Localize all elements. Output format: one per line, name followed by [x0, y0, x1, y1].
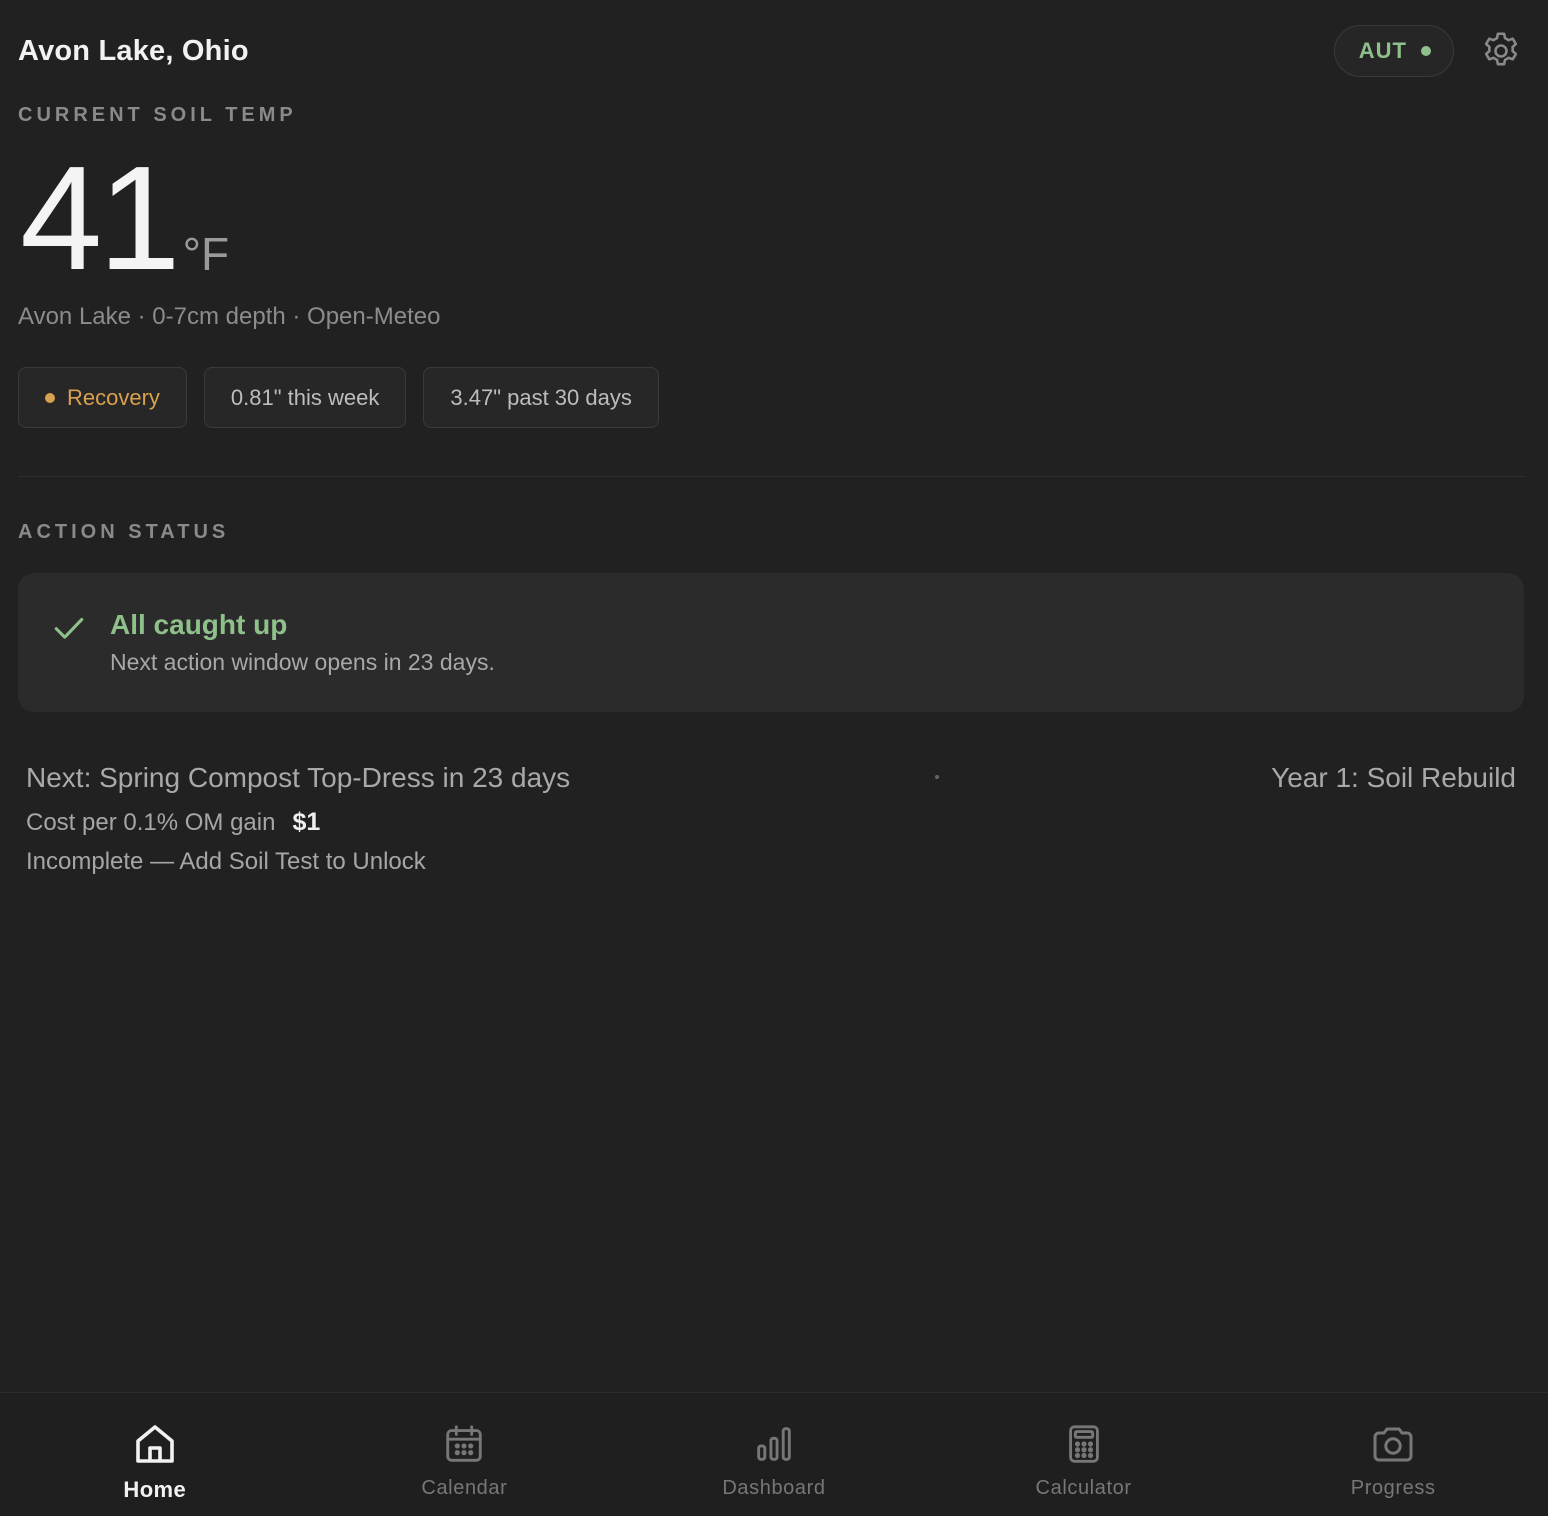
- cost-row: Cost per 0.1% OM gain $1: [26, 808, 320, 837]
- app-screen: Avon Lake, Ohio AUT CURRENT SOIL TEMP 41…: [0, 0, 1548, 1516]
- header-actions: AUT: [1333, 25, 1524, 77]
- mode-toggle[interactable]: AUT: [1333, 25, 1454, 77]
- bar-chart-icon: [749, 1419, 799, 1469]
- nav-label-calculator: Calculator: [1035, 1477, 1132, 1499]
- nav-label-dashboard: Dashboard: [722, 1477, 826, 1499]
- rain-week-chip[interactable]: 0.81" this week: [203, 367, 407, 428]
- action-status-subtitle: Next action window opens in 23 days.: [110, 649, 495, 675]
- cost-value: $1: [292, 808, 321, 836]
- mode-status-dot: [1421, 46, 1431, 56]
- rain-month-label: 3.47" past 30 days: [450, 384, 632, 410]
- camera-icon: [1368, 1419, 1418, 1469]
- nav-item-calendar[interactable]: Calendar: [310, 1393, 620, 1516]
- nav-item-calculator[interactable]: Calculator: [929, 1393, 1239, 1516]
- nav-item-home[interactable]: Home: [0, 1393, 310, 1516]
- soil-temp-display: 41 °F: [20, 145, 229, 293]
- gear-icon[interactable]: [1478, 28, 1524, 74]
- soil-chips: Recovery 0.81" this week 3.47" past 30 d…: [18, 367, 659, 428]
- calculator-icon: [1059, 1419, 1109, 1469]
- action-section-label: ACTION STATUS: [18, 521, 230, 543]
- location-title: Avon Lake, Ohio: [18, 34, 249, 67]
- mode-label: AUT: [1358, 38, 1407, 63]
- recovery-dot: [45, 392, 55, 403]
- plan-phase: Year 1: Soil Rebuild: [1271, 762, 1516, 793]
- rain-week-label: 0.81" this week: [230, 384, 380, 410]
- recovery-chip[interactable]: Recovery: [18, 367, 187, 428]
- rain-month-chip[interactable]: 3.47" past 30 days: [423, 367, 659, 428]
- nav-label-calendar: Calendar: [421, 1477, 508, 1499]
- soil-temp-unit: °F: [182, 228, 230, 280]
- home-icon: [130, 1419, 180, 1469]
- cost-label: Cost per 0.1% OM gain: [26, 809, 276, 836]
- action-status-title: All caught up: [110, 609, 288, 640]
- nav-label-home: Home: [123, 1477, 187, 1502]
- check-icon: [52, 611, 86, 645]
- action-status-text: All caught up Next action window opens i…: [110, 609, 495, 712]
- nav-item-dashboard[interactable]: Dashboard: [619, 1393, 929, 1516]
- incomplete-notice[interactable]: Incomplete — Add Soil Test to Unlock: [26, 848, 426, 876]
- nav-label-progress: Progress: [1350, 1477, 1436, 1499]
- next-action-row: Next: Spring Compost Top-Dress in 23 day…: [26, 758, 1516, 798]
- calendar-icon: [439, 1419, 489, 1469]
- recovery-label: Recovery: [67, 384, 160, 410]
- nav-item-progress[interactable]: Progress: [1238, 1393, 1548, 1516]
- soil-temp-value: 41: [20, 136, 181, 301]
- section-divider: [18, 476, 1524, 477]
- next-action-text: Next: Spring Compost Top-Dress in 23 day…: [26, 762, 571, 793]
- soil-temp-source: Avon Lake · 0-7cm depth · Open-Meteo: [18, 303, 441, 330]
- separator-dot: [935, 775, 939, 779]
- bottom-nav: Home Calendar Dashboard Calculator Progr…: [0, 1392, 1548, 1516]
- header: Avon Lake, Ohio AUT: [18, 24, 1524, 78]
- action-status-card[interactable]: All caught up Next action window opens i…: [18, 573, 1524, 712]
- soil-temp-section-label: CURRENT SOIL TEMP: [18, 104, 297, 126]
